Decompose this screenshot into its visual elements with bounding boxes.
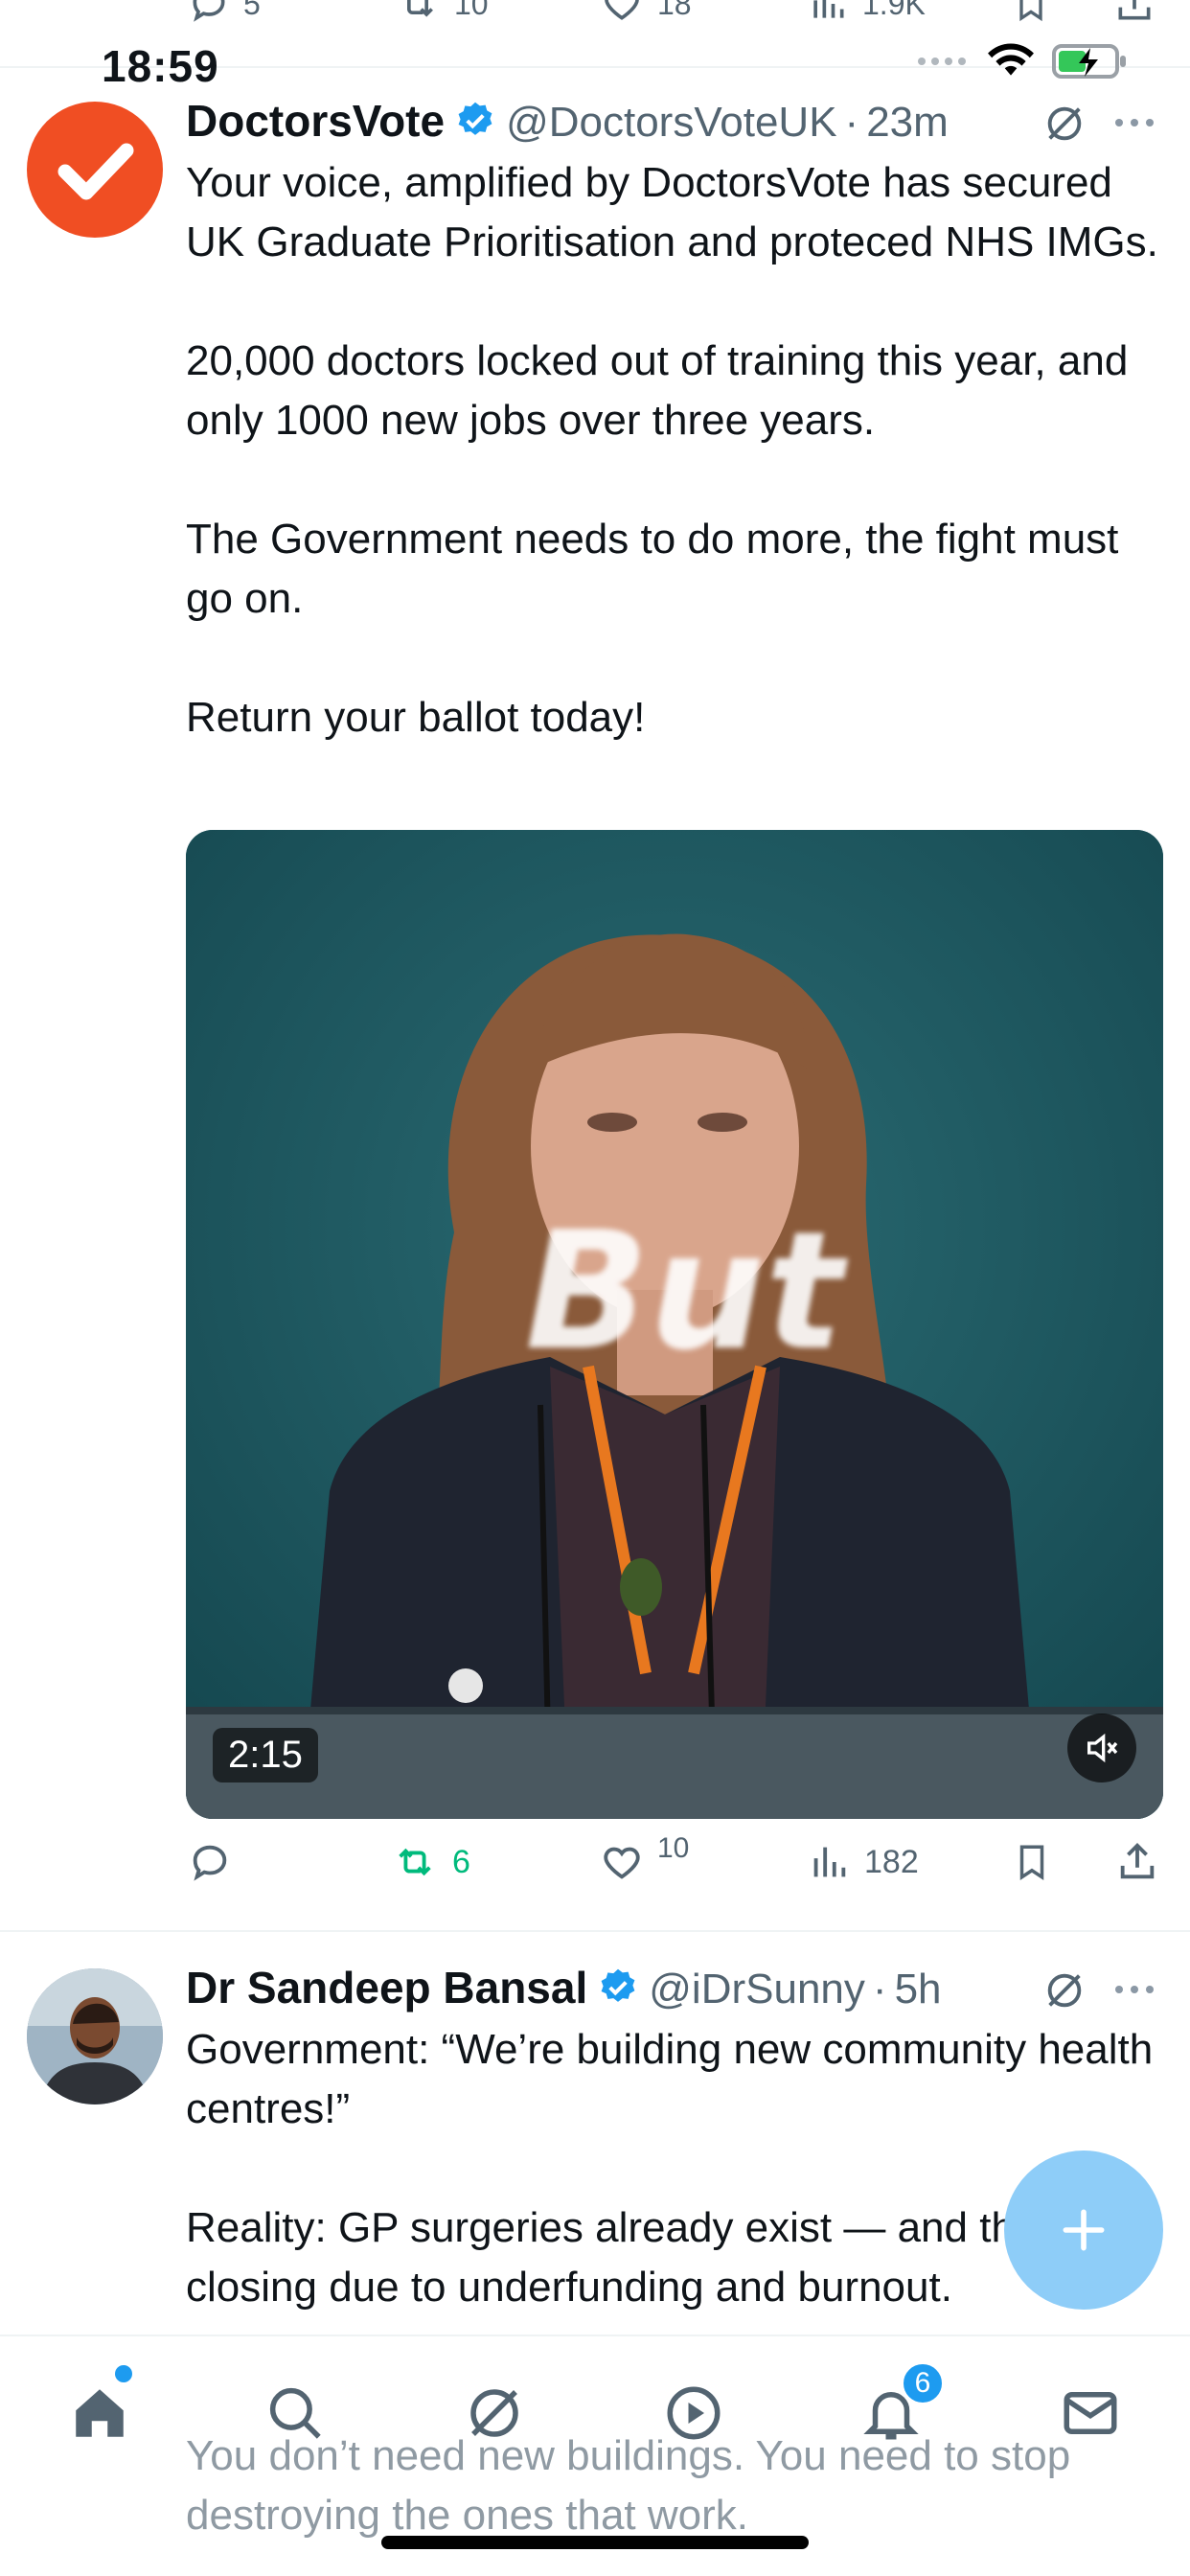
- repost-icon: [407, 0, 433, 17]
- views-count: 1.9K: [862, 0, 926, 21]
- grok-icon[interactable]: [1042, 1968, 1087, 2012]
- repost-count: 10: [454, 0, 489, 21]
- tweet-actions: 6 10 182: [186, 1832, 1163, 1898]
- bookmark-icon: [1019, 1845, 1044, 1881]
- reply-icon: [193, 1845, 227, 1881]
- tweet-time[interactable]: 5h: [895, 1966, 942, 2013]
- share-button[interactable]: [1113, 0, 1156, 25]
- share-icon: [1120, 1843, 1155, 1879]
- verified-badge-icon: [597, 1966, 639, 2013]
- share-button[interactable]: [1115, 1840, 1159, 1884]
- more-options-icon[interactable]: [1115, 119, 1154, 126]
- reply-button[interactable]: [188, 1840, 245, 1884]
- like-button[interactable]: 10: [600, 1832, 689, 1884]
- bookmark-button[interactable]: [1012, 0, 1050, 25]
- tweet-header: DoctorsVote @DoctorsVoteUK · 23m: [186, 94, 949, 147]
- status-time: 18:59: [102, 41, 219, 91]
- reply-count: 5: [243, 0, 261, 21]
- bookmark-icon: [1019, 0, 1042, 22]
- like-count: 10: [657, 1832, 690, 1864]
- signal-icon: [918, 58, 966, 65]
- home-tab[interactable]: [61, 2375, 138, 2451]
- tweet-text: Your voice, amplified by DoctorsVote has…: [186, 153, 1163, 748]
- reply-button[interactable]: 5: [188, 0, 261, 25]
- profile-photo-image: [27, 1968, 163, 2104]
- plus-icon: [1063, 2209, 1105, 2251]
- divider: [0, 1930, 1190, 1932]
- like-count: 18: [657, 0, 692, 21]
- like-button[interactable]: 18: [600, 0, 692, 25]
- tweet-paragraph: Government: “We’re building new communit…: [186, 2026, 1154, 2132]
- bookmark-button[interactable]: [1012, 1840, 1052, 1884]
- heart-icon: [605, 0, 639, 20]
- share-icon: [1118, 0, 1151, 20]
- views-icon: [813, 1847, 846, 1877]
- status-icons: [916, 42, 1129, 80]
- views-icon: [813, 0, 844, 18]
- speaker-muted-icon: [1087, 1733, 1118, 1763]
- wifi-icon: [988, 43, 1034, 76]
- reply-icon: [193, 0, 225, 22]
- views-button[interactable]: 1.9K: [807, 0, 926, 25]
- repost-button[interactable]: 6: [391, 1840, 470, 1884]
- verified-badge-icon: [454, 100, 496, 147]
- repost-button[interactable]: 10: [395, 0, 489, 25]
- compose-button[interactable]: [1004, 2150, 1163, 2310]
- video-caption-text: But: [525, 1197, 849, 1387]
- author-name[interactable]: Dr Sandeep Bansal: [186, 1962, 587, 2013]
- views-button[interactable]: 182: [807, 1840, 919, 1884]
- home-indicator[interactable]: [381, 2536, 809, 2549]
- author-name[interactable]: DoctorsVote: [186, 95, 445, 147]
- separator-dot: ·: [844, 99, 859, 146]
- avatar[interactable]: [27, 102, 163, 238]
- avatar[interactable]: [27, 1968, 163, 2104]
- battery-icon: [1052, 44, 1126, 79]
- video-player[interactable]: But 2:15: [186, 830, 1163, 1819]
- heart-icon: [604, 1847, 640, 1879]
- repost-count: 6: [452, 1843, 470, 1880]
- author-handle[interactable]: @DoctorsVoteUK: [506, 99, 836, 147]
- separator-dot: ·: [872, 1966, 887, 2012]
- tweet-paragraph: 20,000 doctors locked out of training th…: [186, 337, 1129, 444]
- more-options-icon[interactable]: [1115, 1986, 1154, 1993]
- grok-icon[interactable]: [1042, 102, 1087, 146]
- tweet-paragraph: The Government needs to do more, the fig…: [186, 516, 1119, 622]
- author-handle[interactable]: @iDrSunny: [649, 1966, 865, 2013]
- video-frame-image: But: [186, 830, 1163, 1819]
- repost-icon: [399, 1848, 431, 1876]
- notifications-badge: 6: [901, 2361, 945, 2405]
- tweet-header: Dr Sandeep Bansal @iDrSunny · 5h: [186, 1961, 942, 2013]
- video-duration: 2:15: [213, 1728, 318, 1782]
- checkmark-logo-icon: [57, 143, 134, 200]
- tweet-paragraph: Your voice, amplified by DoctorsVote has…: [186, 159, 1158, 265]
- home-icon: [76, 2389, 124, 2437]
- tweet-paragraph: Return your ballot today!: [186, 694, 646, 741]
- mute-button[interactable]: [1067, 1714, 1136, 1782]
- views-count: 182: [864, 1843, 919, 1880]
- tweet-time[interactable]: 23m: [866, 99, 949, 147]
- tweet-paragraph: You don’t need new buildings. You need t…: [186, 2432, 1071, 2539]
